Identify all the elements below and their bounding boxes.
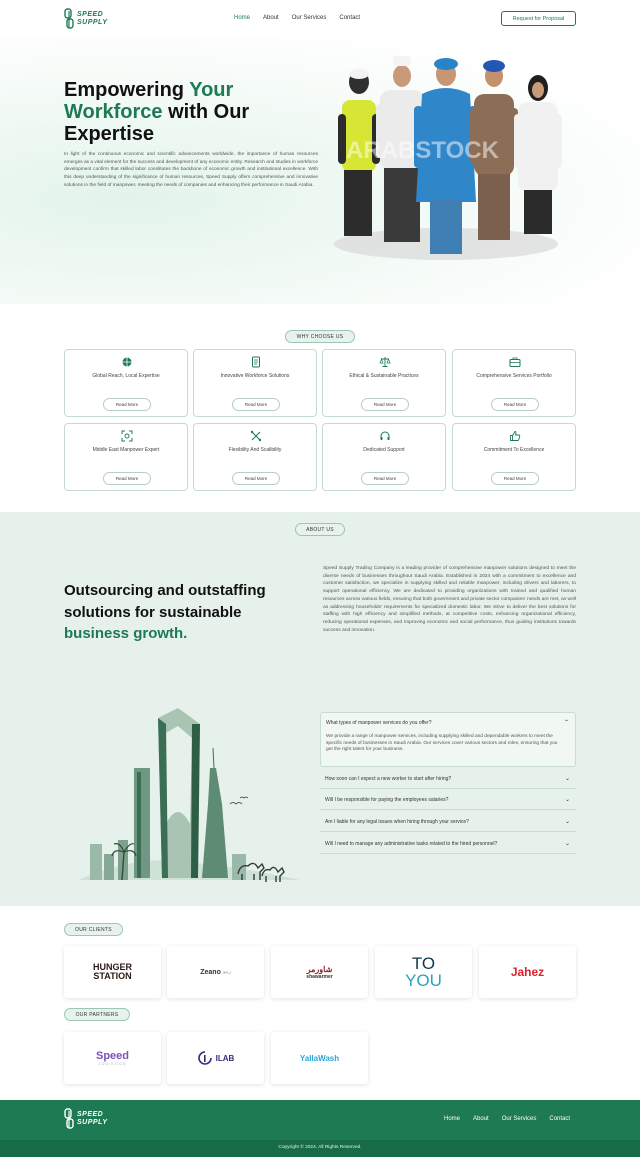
scale-icon [379, 357, 391, 367]
partner-logo-yallawash[interactable]: YallaWash [271, 1032, 368, 1084]
faq-answer: We provide a range of manpower services,… [326, 734, 558, 753]
why-choose-us-label: WHY CHOOSE US [285, 330, 355, 343]
main-nav: Home About Our Services Contact [234, 15, 360, 21]
arrows-icon [250, 430, 262, 442]
faq-item[interactable]: Am I liable for any legal issues when hi… [320, 812, 576, 832]
faq-item[interactable]: Will I be responsible for paying the emp… [320, 790, 576, 810]
workforce-group-image: ARABSTOCK [334, 56, 562, 260]
hero-title: Empowering Your Workforce with Our Exper… [64, 79, 250, 145]
copyright-text: Copyright © 2024. All Rights Reserved. [278, 1145, 362, 1150]
our-clients-label: OUR CLIENTS [64, 923, 123, 936]
partner-logo-ilab[interactable]: ILAB [167, 1032, 264, 1084]
globe-icon [122, 357, 132, 367]
brand-logo[interactable]: SPEED SUPPLY [64, 8, 108, 30]
faq-question: Will I be responsible for paying the emp… [325, 796, 449, 803]
read-more-button[interactable]: Read More [103, 398, 151, 411]
nav-our-services[interactable]: Our Services [292, 15, 327, 21]
brand-name: SPEED SUPPLY [77, 11, 108, 26]
faq-item-open[interactable]: What types of manpower services do you o… [320, 712, 576, 767]
client-logo-shawarmer[interactable]: شاورمر shawarmer [271, 946, 368, 998]
footer-nav: Home About Our Services Contact [444, 1116, 570, 1122]
read-more-button[interactable]: Read More [232, 398, 280, 411]
feature-card: Dedicated Support Read More [322, 423, 446, 491]
focus-icon [121, 430, 133, 442]
feature-card-title: Flexibility And Scalibility [228, 447, 282, 453]
chevron-down-icon: ⌄ [564, 841, 570, 847]
read-more-button[interactable]: Read More [361, 398, 409, 411]
document-icon [252, 356, 260, 368]
chevron-down-icon: ⌄ [564, 776, 570, 782]
faq-item[interactable]: Will I need to manage any administrative… [320, 834, 576, 854]
footer-nav-home[interactable]: Home [444, 1116, 460, 1122]
chevron-up-icon: ⌃ [563, 720, 569, 726]
nav-contact[interactable]: Contact [339, 15, 360, 21]
chevron-down-icon: ⌄ [564, 797, 570, 803]
feature-card: Commitment To Excellence Read More [452, 423, 576, 491]
read-more-button[interactable]: Read More [232, 472, 280, 485]
feature-card: Flexibility And Scalibility Read More [193, 423, 317, 491]
footer-brand-name: SPEED SUPPLY [77, 1111, 108, 1126]
client-logo-hungerstation[interactable]: HUNGER STATION [64, 946, 161, 998]
feature-card-title: Commitment To Excellence [483, 447, 545, 453]
partner-logo-speed[interactable]: Speed LOGISTICS [64, 1032, 161, 1084]
faq-item[interactable]: How soon can I expect a new worker to st… [320, 769, 576, 789]
faq-question: Am I liable for any legal issues when hi… [325, 818, 469, 825]
speed-supply-logo-icon [64, 8, 74, 29]
feature-card: Comprehensive Services Portfolio Read Mo… [452, 349, 576, 417]
feature-card-title: Comprehensive Services Portfolio [476, 373, 552, 379]
read-more-button[interactable]: Read More [491, 398, 539, 411]
feature-card-title: Ethical & Sustainable Practices [349, 373, 419, 379]
feature-card-title: Global Reach, Local Expertise [92, 373, 160, 379]
feature-card-title: Innovative Workforce Solutions [220, 373, 290, 379]
read-more-button[interactable]: Read More [103, 472, 151, 485]
footer-nav-contact[interactable]: Contact [549, 1116, 570, 1122]
feature-card-title: Middle East Manpower Expert [92, 447, 160, 453]
feature-card: Ethical & Sustainable Practices Read Mor… [322, 349, 446, 417]
watermark-text: ARABSTOCK [346, 137, 500, 164]
speed-supply-logo-icon [64, 1108, 74, 1129]
briefcase-icon [509, 357, 521, 367]
riyadh-skyline-illustration [78, 708, 300, 882]
nav-home[interactable]: Home [234, 15, 250, 21]
request-proposal-button[interactable]: Request for Proposal [501, 11, 576, 26]
feature-card-title: Dedicated Support [363, 447, 405, 453]
read-more-button[interactable]: Read More [361, 472, 409, 485]
faq-question: How soon can I expect a new worker to st… [325, 775, 452, 782]
footer-brand-logo[interactable]: SPEED SUPPLY [64, 1108, 108, 1130]
ilab-mark-icon [197, 1051, 212, 1065]
faq-question: Will I need to manage any administrative… [325, 840, 498, 847]
faq-question[interactable]: What types of manpower services do you o… [321, 713, 575, 732]
client-logo-toyou[interactable]: TO YOU [375, 946, 472, 998]
thumbs-up-icon [510, 431, 521, 441]
chevron-down-icon: ⌄ [564, 819, 570, 825]
our-partners-label: OUR PARTNERS [64, 1008, 130, 1021]
about-title: Outsourcing and outstaffing solutions fo… [64, 582, 266, 642]
about-us-label: ABOUT US [295, 523, 345, 536]
site-header: SPEED SUPPLY Home About Our Services Con… [0, 0, 640, 38]
support-icon [380, 431, 390, 440]
footer-nav-about[interactable]: About [473, 1116, 489, 1122]
feature-card: Middle East Manpower Expert Read More [64, 423, 188, 491]
read-more-button[interactable]: Read More [491, 472, 539, 485]
hero-description: In light of the continuous economic and … [64, 152, 319, 188]
nav-about[interactable]: About [263, 15, 279, 21]
footer-nav-our-services[interactable]: Our Services [502, 1116, 537, 1122]
feature-card: Innovative Workforce Solutions Read More [193, 349, 317, 417]
client-logo-zeano[interactable]: Zeano رينو [167, 946, 264, 998]
client-logo-jahez[interactable]: Jahez [479, 946, 576, 998]
feature-card: Global Reach, Local Expertise Read More [64, 349, 188, 417]
about-description: Speed Supply Trading Company is a leadin… [323, 566, 576, 633]
